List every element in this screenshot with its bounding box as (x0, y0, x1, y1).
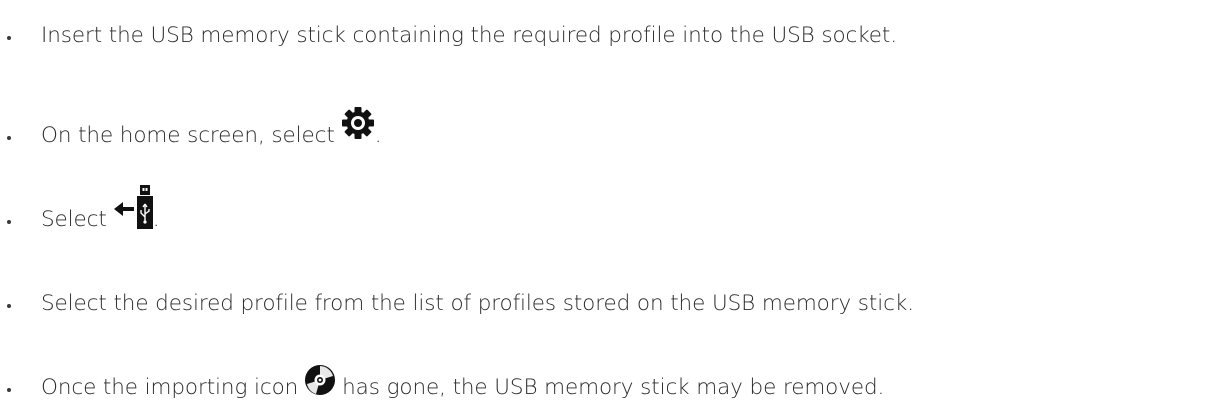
bullet (7, 36, 11, 40)
step-text-after: . (374, 122, 382, 148)
step-text-before: On the home screen, select (41, 122, 335, 148)
step-text-before: Once the importing icon (41, 374, 299, 400)
step-text-after: has gone, the USB memory stick may be re… (342, 374, 885, 400)
step-text-group: On the home screen, select . (41, 106, 382, 148)
usb-import-icon (113, 184, 153, 230)
step-text: Insert the USB memory stick containing t… (41, 22, 898, 48)
bullet (7, 136, 11, 140)
disc-icon (304, 364, 336, 396)
bullet (7, 304, 11, 308)
step-text: Select the desired profile from the list… (41, 290, 914, 316)
step-text-group: Once the importing icon has gone, the US… (41, 364, 884, 398)
gear-icon (341, 106, 375, 140)
step-text-group: Select . (41, 184, 160, 232)
bullet (7, 388, 11, 392)
step-text-before: Select (41, 206, 107, 232)
bullet (7, 220, 11, 224)
step-text-after: . (152, 206, 160, 232)
